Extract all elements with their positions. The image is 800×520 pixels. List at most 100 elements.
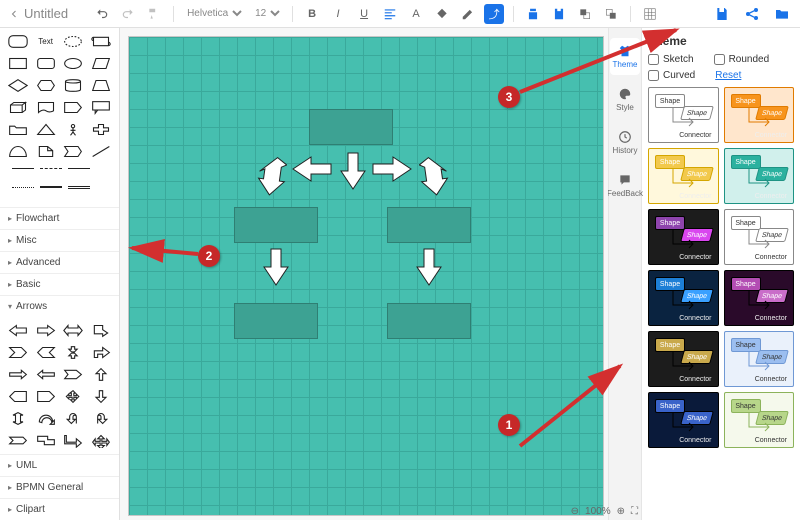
line-thick[interactable]: [40, 186, 62, 196]
shape-tag[interactable]: [62, 98, 86, 117]
shape-step[interactable]: [62, 142, 86, 161]
lib-advanced[interactable]: ▸Advanced: [0, 251, 119, 273]
lib-flowchart[interactable]: ▸Flowchart: [0, 207, 119, 229]
arrow-right[interactable]: [34, 321, 58, 340]
shape-cube[interactable]: [6, 98, 30, 117]
arrow-left[interactable]: [6, 321, 30, 340]
node-mid-right[interactable]: [387, 207, 471, 243]
bold-button[interactable]: B: [302, 4, 322, 24]
lib-bpmn[interactable]: ▸BPMN General: [0, 476, 119, 498]
lib-misc[interactable]: ▸Misc: [0, 229, 119, 251]
arrow-thin-r[interactable]: [6, 365, 30, 384]
curved-checkbox[interactable]: Curved: [648, 70, 695, 81]
fullscreen-icon[interactable]: ⛶: [631, 506, 638, 517]
lib-uml[interactable]: ▸UML: [0, 454, 119, 476]
shape-cylinder[interactable]: [62, 76, 86, 95]
arrow-ribbon[interactable]: [6, 431, 30, 450]
arrow-chevron-l[interactable]: [34, 343, 58, 362]
theme-swatch[interactable]: ShapeShapeConnector: [724, 270, 795, 326]
font-size-select[interactable]: 12: [251, 7, 283, 20]
arrow-thin-l[interactable]: [34, 365, 58, 384]
theme-swatch[interactable]: ShapeShapeConnector: [724, 87, 795, 143]
zoom-controls[interactable]: ⊖ 100% ⊕ ⛶: [571, 506, 638, 517]
shape-ellipse[interactable]: [62, 54, 86, 73]
line-solid[interactable]: [12, 168, 34, 178]
shape-round[interactable]: [34, 54, 58, 73]
zoom-in-icon[interactable]: ⊕: [617, 506, 625, 517]
theme-swatch[interactable]: ShapeShapeConnector: [648, 392, 719, 448]
shape-document[interactable]: [34, 98, 58, 117]
zoom-out-icon[interactable]: ⊖: [571, 506, 579, 517]
line-arrow[interactable]: [68, 168, 90, 178]
underline-button[interactable]: U: [354, 4, 374, 24]
arrow-corner[interactable]: [62, 431, 86, 450]
undo-button[interactable]: [92, 4, 112, 24]
shape-page[interactable]: [34, 142, 58, 161]
connector-style-button[interactable]: ⤴: [484, 4, 504, 24]
arrow-down-3[interactable]: [415, 247, 443, 287]
node-mid-left[interactable]: [234, 207, 318, 243]
arrow-double-v[interactable]: [6, 409, 30, 428]
theme-swatch[interactable]: ShapeShapeConnector: [648, 209, 719, 265]
node-bot-left[interactable]: [234, 303, 318, 339]
shape-person[interactable]: [62, 120, 86, 139]
arrow-turn[interactable]: [89, 321, 113, 340]
arrow-down[interactable]: [89, 387, 113, 406]
shape-callout[interactable]: [89, 98, 113, 117]
tab-history[interactable]: History: [610, 124, 640, 161]
reset-link[interactable]: Reset: [715, 70, 741, 81]
arrow-double-h[interactable]: [62, 321, 86, 340]
font-family-select[interactable]: Helvetica: [183, 7, 245, 20]
italic-button[interactable]: I: [328, 4, 348, 24]
theme-swatch[interactable]: ShapeShapeConnector: [648, 87, 719, 143]
arrow-u-r[interactable]: [89, 409, 113, 428]
send-back-button[interactable]: [601, 4, 621, 24]
arrow-diag-right[interactable]: [419, 155, 449, 197]
theme-swatch[interactable]: ShapeShapeConnector: [724, 148, 795, 204]
redo-button[interactable]: [118, 4, 138, 24]
line-dot[interactable]: [12, 187, 34, 197]
line-color-button[interactable]: [458, 4, 478, 24]
theme-swatch[interactable]: ShapeShapeConnector: [724, 209, 795, 265]
sketch-checkbox[interactable]: Sketch: [648, 54, 694, 65]
rounded-checkbox[interactable]: Rounded: [714, 54, 770, 65]
shape-parallelogram[interactable]: [89, 54, 113, 73]
theme-swatch[interactable]: ShapeShapeConnector: [648, 270, 719, 326]
arrow-right-1[interactable]: [371, 155, 415, 183]
node-bot-right[interactable]: [387, 303, 471, 339]
tab-theme[interactable]: Theme: [610, 38, 640, 75]
lib-arrows[interactable]: ▾Arrows: [0, 295, 119, 317]
shape-cross[interactable]: [89, 120, 113, 139]
shape-rounded-rect[interactable]: [6, 32, 30, 51]
line-double[interactable]: [68, 186, 90, 196]
theme-swatch[interactable]: ShapeShapeConnector: [724, 392, 795, 448]
shape-text[interactable]: Text: [34, 32, 58, 51]
save-button[interactable]: [712, 4, 732, 24]
shape-scroll[interactable]: [89, 32, 113, 51]
node-top[interactable]: [309, 109, 393, 145]
shape-triangle[interactable]: [34, 120, 58, 139]
shape-folder[interactable]: [6, 120, 30, 139]
arrow-bend[interactable]: [89, 343, 113, 362]
arrow-cross[interactable]: [62, 343, 86, 362]
shape-diag-line[interactable]: [89, 142, 113, 161]
text-color-button[interactable]: A: [406, 4, 426, 24]
shape-diamond[interactable]: [6, 76, 30, 95]
align-button[interactable]: [380, 4, 400, 24]
canvas-area[interactable]: 1 2 3: [120, 28, 608, 520]
shape-trapezoid[interactable]: [89, 76, 113, 95]
theme-swatch[interactable]: ShapeShapeConnector: [648, 148, 719, 204]
shape-rect[interactable]: [6, 54, 30, 73]
tab-style[interactable]: Style: [610, 81, 640, 118]
shape-ellipse-dash[interactable]: [62, 32, 86, 51]
theme-swatch[interactable]: ShapeShapeConnector: [724, 331, 795, 387]
arrow-curve[interactable]: [34, 409, 58, 428]
lib-basic[interactable]: ▸Basic: [0, 273, 119, 295]
arrow-up[interactable]: [89, 365, 113, 384]
line-dash[interactable]: [40, 168, 62, 178]
arrow-block-r[interactable]: [34, 387, 58, 406]
arrow-left-1[interactable]: [289, 155, 333, 183]
paste-style-button[interactable]: [549, 4, 569, 24]
arrow-down-2[interactable]: [262, 247, 290, 287]
arrow-z[interactable]: [34, 431, 58, 450]
